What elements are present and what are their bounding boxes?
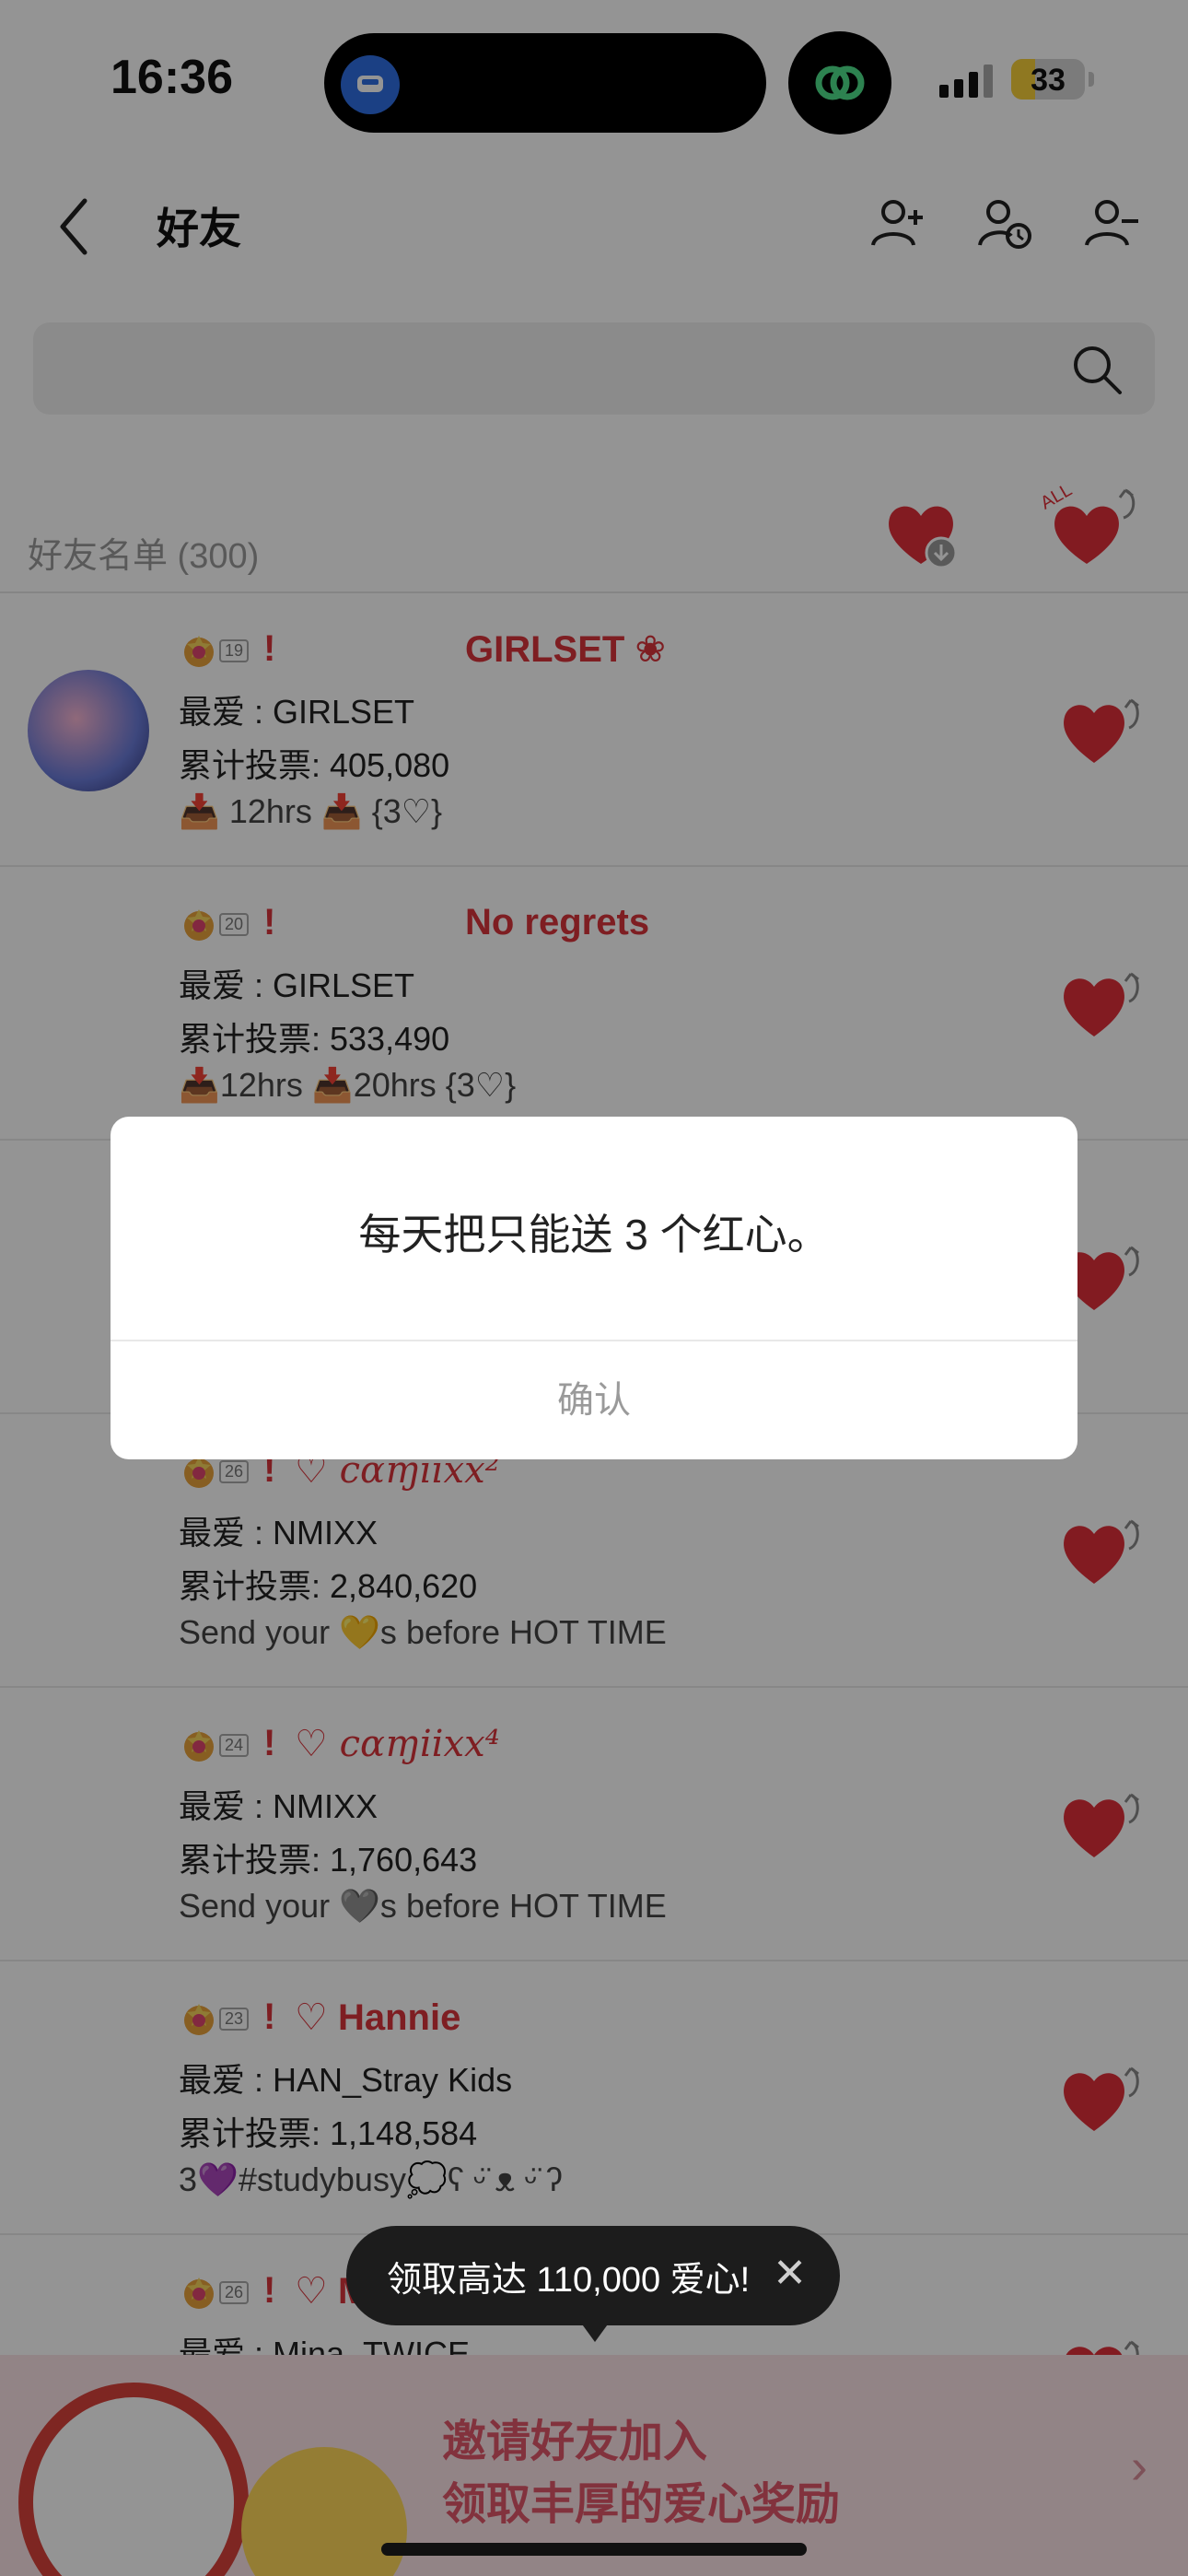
tooltip-arrow (580, 2322, 610, 2342)
close-icon[interactable]: ✕ (773, 2250, 807, 2297)
dialog-message: 每天把只能送 3 个红心。 (358, 1211, 830, 1259)
reward-tooltip[interactable]: 领取高达 110,000 爱心! ✕ (346, 2226, 840, 2325)
reward-tooltip-text: 领取高达 110,000 爱心! (387, 2260, 751, 2300)
confirm-button[interactable]: 确认 (111, 1341, 1077, 1459)
alert-dialog: 每天把只能送 3 个红心。 确认 (111, 1117, 1077, 1459)
home-indicator[interactable] (381, 2543, 807, 2556)
